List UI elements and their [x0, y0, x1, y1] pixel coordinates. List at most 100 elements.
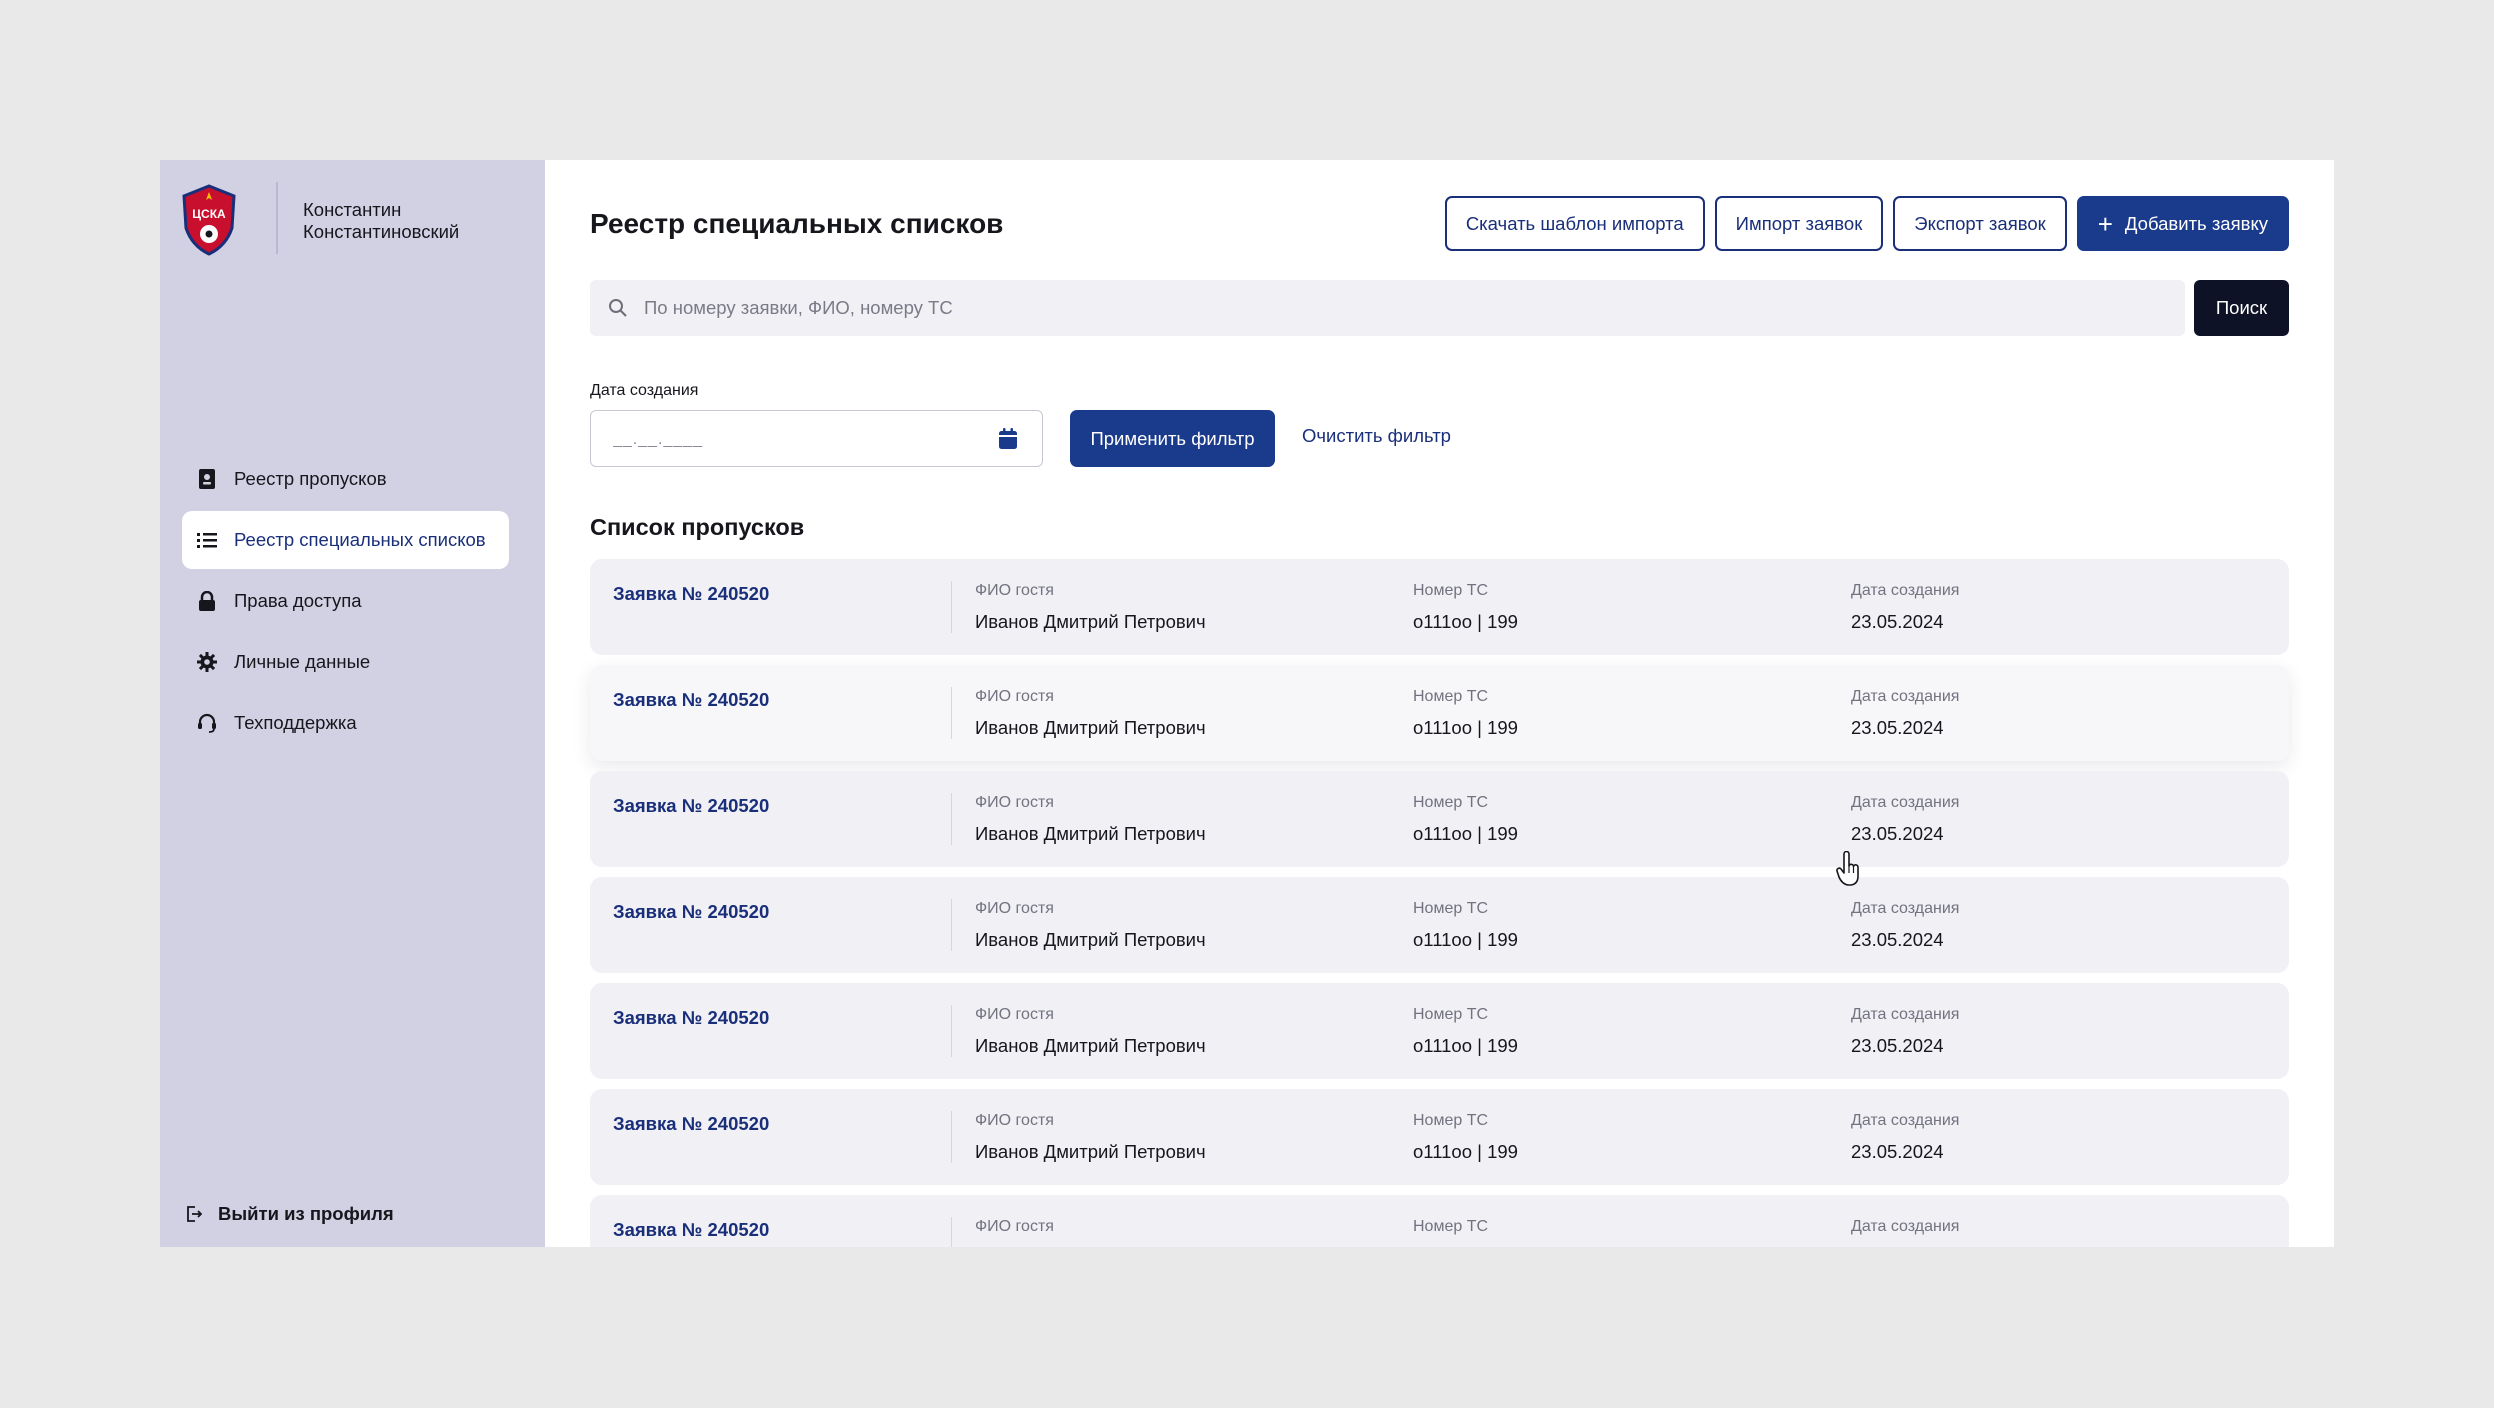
calendar-icon[interactable]: [998, 428, 1018, 450]
vehicle-number: о111оо | 199: [1413, 1035, 1518, 1056]
request-number[interactable]: Заявка № 240520: [613, 583, 769, 605]
guest-label: ФИО гостя: [975, 1218, 1054, 1235]
export-button[interactable]: Экспорт заявок: [1893, 196, 2067, 251]
guest-name: Иванов Дмитрий Петрович: [975, 823, 1206, 844]
vehicle-label: Номер ТС: [1413, 1006, 1489, 1023]
plus-icon: +: [2097, 208, 2113, 239]
search-input[interactable]: [642, 296, 2146, 320]
sidebar-item-label: Реестр специальных списков: [234, 529, 486, 550]
user-name: Константин Константиновский: [303, 199, 533, 243]
list-item[interactable]: Заявка № 240520 ФИО гостя Иванов Дмитрий…: [590, 983, 2289, 1079]
sidebar-nav: Реестр пропусков Реестр специальных спис…: [182, 450, 509, 755]
date-filter-field[interactable]: [590, 410, 1043, 467]
guest-name: Иванов Дмитрий Петрович: [975, 1141, 1206, 1162]
request-number[interactable]: Заявка № 240520: [613, 1113, 769, 1135]
apply-filter-button[interactable]: Применить фильтр: [1070, 410, 1275, 467]
created-label: Дата создания: [1851, 688, 1960, 705]
request-number[interactable]: Заявка № 240520: [613, 901, 769, 923]
brand: ЦСКА Константин Константиновский: [180, 182, 533, 256]
passes-list: Заявка № 240520 ФИО гостя Иванов Дмитрий…: [590, 559, 2289, 1247]
request-number[interactable]: Заявка № 240520: [613, 689, 769, 711]
created-date: 23.05.2024: [1851, 823, 1944, 844]
date-filter-label: Дата создания: [590, 382, 699, 399]
import-button[interactable]: Импорт заявок: [1714, 196, 1884, 251]
guest-name: Иванов Дмитрий Петрович: [975, 611, 1206, 632]
logout-label: Выйти из профиля: [218, 1203, 394, 1224]
download-template-button[interactable]: Скачать шаблон импорта: [1444, 196, 1705, 251]
list-item[interactable]: Заявка № 240520 ФИО гостя Иванов Дмитрий…: [590, 771, 2289, 867]
sidebar-item-passes-registry[interactable]: Реестр пропусков: [182, 450, 509, 508]
logout-button[interactable]: Выйти из профиля: [186, 1200, 394, 1228]
row-divider: [951, 1217, 952, 1247]
request-number[interactable]: Заявка № 240520: [613, 795, 769, 817]
vehicle-number: о111оо | 199: [1413, 1141, 1518, 1162]
user-last-name: Константиновский: [303, 221, 460, 242]
hand-cursor-icon: [1836, 851, 1859, 886]
toolbar: Скачать шаблон импорта Импорт заявок Экс…: [1444, 196, 2289, 251]
vehicle-label: Номер ТС: [1413, 900, 1489, 917]
badge-icon: [196, 468, 218, 490]
sidebar-item-personal-data[interactable]: Личные данные: [182, 633, 509, 691]
guest-label: ФИО гостя: [975, 582, 1054, 599]
headset-icon: [196, 712, 218, 734]
app-window: ЦСКА Константин Константиновский Реестр …: [160, 160, 2334, 1247]
created-label: Дата создания: [1851, 582, 1960, 599]
guest-label: ФИО гостя: [975, 900, 1054, 917]
vehicle-label: Номер ТС: [1413, 794, 1489, 811]
search-icon: [608, 297, 630, 319]
vehicle-number: о111оо | 199: [1413, 717, 1518, 738]
add-request-button[interactable]: + Добавить заявку: [2076, 196, 2289, 251]
sidebar-item-special-lists[interactable]: Реестр специальных списков: [182, 511, 509, 569]
created-date: 23.05.2024: [1851, 929, 1944, 950]
search-button[interactable]: Поиск: [2194, 280, 2289, 336]
vehicle-number: о111оо | 199: [1413, 929, 1518, 950]
guest-name: Иванов Дмитрий Петрович: [975, 929, 1206, 950]
guest-label: ФИО гостя: [975, 1112, 1054, 1129]
clear-filter-button[interactable]: Очистить фильтр: [1302, 425, 1451, 447]
created-date: 23.05.2024: [1851, 1141, 1944, 1162]
list-item[interactable]: Заявка № 240520 ФИО гостя Номер ТС Дата …: [590, 1195, 2289, 1247]
row-divider: [951, 1005, 952, 1057]
add-request-label: Добавить заявку: [2124, 212, 2268, 234]
vehicle-number: о111оо | 199: [1413, 823, 1518, 844]
guest-label: ФИО гостя: [975, 794, 1054, 811]
row-divider: [951, 687, 952, 739]
logout-icon: [186, 1204, 206, 1224]
search-bar: [590, 280, 2185, 336]
created-label: Дата создания: [1851, 1218, 1960, 1235]
sidebar-item-label: Права доступа: [234, 590, 362, 611]
sidebar-item-label: Реестр пропусков: [234, 468, 387, 489]
row-divider: [951, 581, 952, 633]
guest-name: Иванов Дмитрий Петрович: [975, 717, 1206, 738]
request-number[interactable]: Заявка № 240520: [613, 1219, 769, 1241]
page-title: Реестр специальных списков: [590, 208, 1004, 239]
date-input[interactable]: [611, 425, 975, 455]
list-item[interactable]: Заявка № 240520 ФИО гостя Иванов Дмитрий…: [590, 665, 2289, 761]
created-date: 23.05.2024: [1851, 1035, 1944, 1056]
vehicle-label: Номер ТС: [1413, 1112, 1489, 1129]
sidebar: ЦСКА Константин Константиновский Реестр …: [160, 160, 545, 1247]
list-item[interactable]: Заявка № 240520 ФИО гостя Иванов Дмитрий…: [590, 559, 2289, 655]
created-label: Дата создания: [1851, 1112, 1960, 1129]
sidebar-item-access-rights[interactable]: Права доступа: [182, 572, 509, 630]
sidebar-item-support[interactable]: Техподдержка: [182, 694, 509, 752]
created-date: 23.05.2024: [1851, 717, 1944, 738]
created-label: Дата создания: [1851, 900, 1960, 917]
user-first-name: Константин: [303, 199, 402, 220]
created-label: Дата создания: [1851, 1006, 1960, 1023]
lock-icon: [196, 590, 218, 612]
main-content: Реестр специальных списков Скачать шабло…: [545, 160, 2334, 1247]
request-number[interactable]: Заявка № 240520: [613, 1007, 769, 1029]
guest-name: Иванов Дмитрий Петрович: [975, 1035, 1206, 1056]
created-date: 23.05.2024: [1851, 611, 1944, 632]
svg-text:ЦСКА: ЦСКА: [192, 207, 226, 221]
vehicle-label: Номер ТС: [1413, 688, 1489, 705]
sidebar-item-label: Личные данные: [234, 651, 371, 672]
club-logo[interactable]: ЦСКА: [180, 184, 238, 256]
row-divider: [951, 1111, 952, 1163]
list-item[interactable]: Заявка № 240520 ФИО гостя Иванов Дмитрий…: [590, 1089, 2289, 1185]
vehicle-label: Номер ТС: [1413, 1218, 1489, 1235]
created-label: Дата создания: [1851, 794, 1960, 811]
list-item[interactable]: Заявка № 240520 ФИО гостя Иванов Дмитрий…: [590, 877, 2289, 973]
brand-divider: [276, 182, 278, 254]
